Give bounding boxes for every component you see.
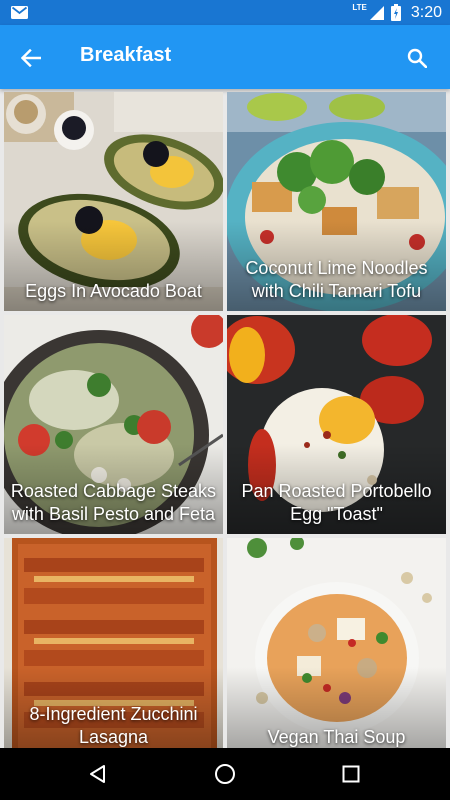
arrow-back-icon xyxy=(21,49,41,67)
recipe-grid: Eggs In Avocado Boat Coconut Lime Noodle… xyxy=(0,89,450,748)
app-bar: Breakfast xyxy=(0,25,450,89)
gmail-icon xyxy=(11,6,28,19)
nav-back-icon xyxy=(90,765,105,783)
search-icon xyxy=(407,48,427,68)
recipe-title: Roasted Cabbage Steaks with Basil Pesto … xyxy=(10,481,217,524)
recipe-title: 8-Ingredient Zucchini Lasagna xyxy=(29,704,198,747)
recipe-card[interactable]: Eggs In Avocado Boat xyxy=(4,92,223,311)
nav-home-icon xyxy=(215,764,235,784)
nav-recents-icon xyxy=(342,765,360,783)
recipe-card[interactable]: Coconut Lime Noodles with Chili Tamari T… xyxy=(227,92,446,311)
navigation-bar xyxy=(0,748,450,800)
recipe-title: Vegan Thai Soup xyxy=(267,727,406,747)
status-bar: LTE 3:20 xyxy=(0,0,450,25)
nav-back-button[interactable] xyxy=(83,759,113,789)
network-type: LTE xyxy=(352,3,367,12)
nav-recents-button[interactable] xyxy=(336,759,366,789)
recipe-card[interactable]: Pan Roasted Portobello Egg "Toast" xyxy=(227,315,446,534)
recipe-card[interactable]: Vegan Thai Soup xyxy=(227,538,446,748)
recipe-card[interactable]: Roasted Cabbage Steaks with Basil Pesto … xyxy=(4,315,223,534)
signal-icon xyxy=(369,5,384,20)
recipe-title: Eggs In Avocado Boat xyxy=(25,281,202,301)
search-button[interactable] xyxy=(400,41,434,75)
battery-icon xyxy=(390,4,401,21)
back-button[interactable] xyxy=(14,41,48,75)
recipe-title: Pan Roasted Portobello Egg "Toast" xyxy=(241,481,432,524)
status-icons: LTE 3:20 xyxy=(352,0,442,25)
nav-home-button[interactable] xyxy=(210,759,240,789)
recipe-title: Coconut Lime Noodles with Chili Tamari T… xyxy=(245,258,428,301)
recipe-card[interactable]: 8-Ingredient Zucchini Lasagna xyxy=(4,538,223,748)
status-time: 3:20 xyxy=(410,3,442,21)
page-title: Breakfast xyxy=(80,44,172,66)
